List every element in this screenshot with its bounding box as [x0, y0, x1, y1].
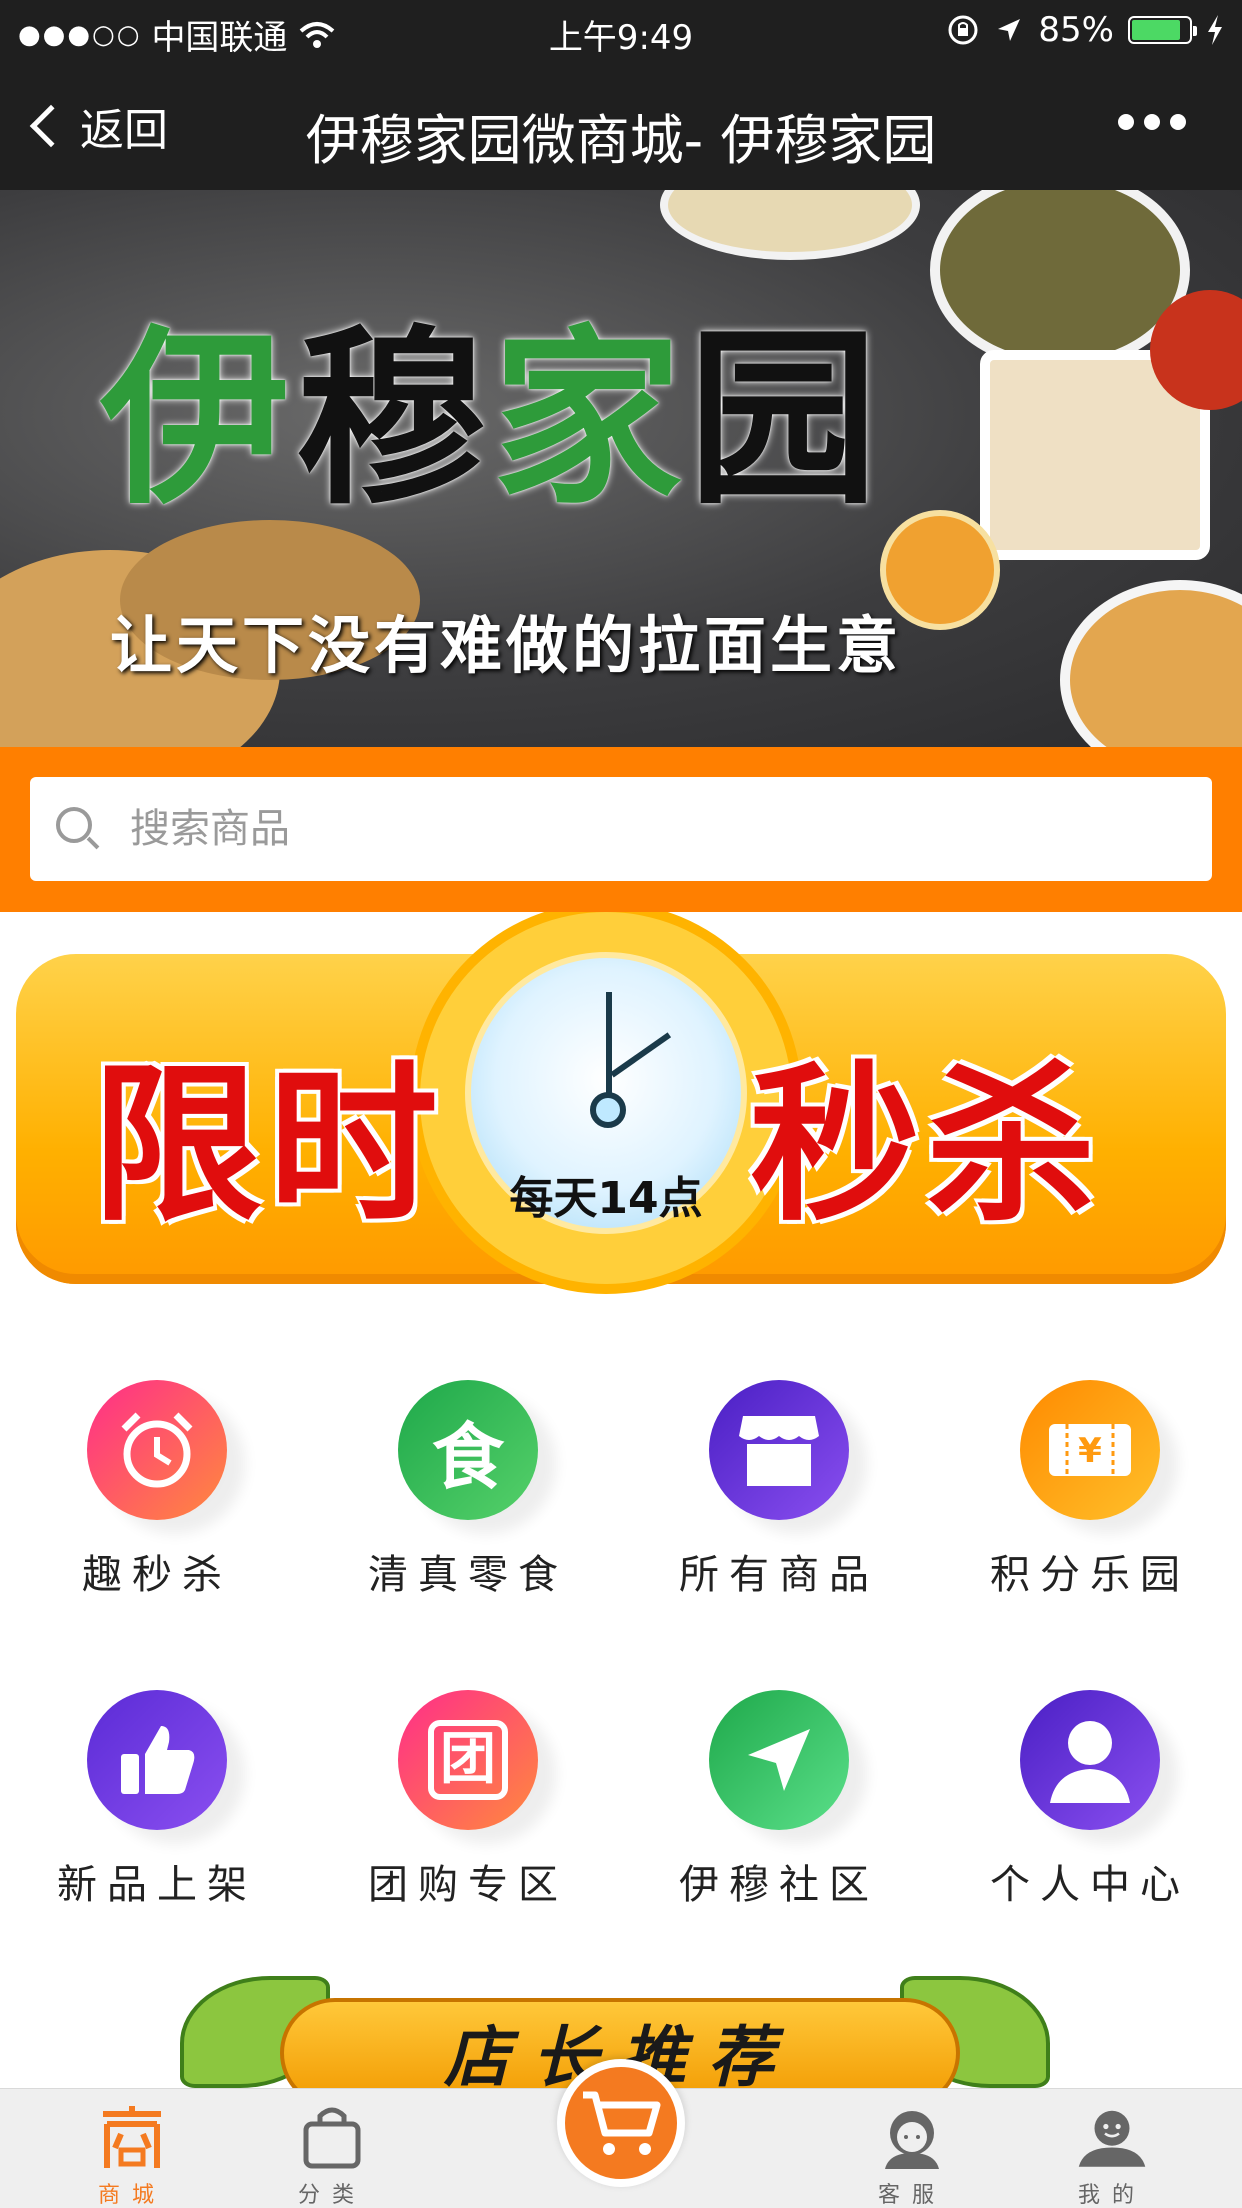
charging-bolt-icon: [1208, 15, 1222, 45]
search-input[interactable]: [130, 806, 1130, 852]
battery-icon: [1128, 16, 1197, 44]
bottom-tab-bar: 商城 分类 客服 我的: [0, 2059, 1242, 2208]
flash-sale-title-left: 限时: [92, 1045, 445, 1245]
lotus-seed-bowl-image: [660, 190, 920, 260]
battery-percent: 85%: [1038, 10, 1114, 50]
tab-label: 商城: [97, 2183, 166, 2208]
back-label: 返回: [80, 105, 168, 156]
alarm-clock-icon: [87, 1380, 227, 1520]
shortcut-label: 个人中心: [990, 1862, 1190, 1908]
shortcut-community[interactable]: 伊穆社区: [624, 1642, 934, 1942]
clock-pivot: [590, 1092, 626, 1128]
cart-button[interactable]: [557, 2059, 685, 2187]
service-icon: [877, 2101, 947, 2173]
shortcut-flash-sale[interactable]: 趣秒杀: [2, 1332, 312, 1632]
shortcut-label: 团购专区: [368, 1862, 568, 1908]
tab-label: 我的: [1077, 2183, 1146, 2208]
hero-banner[interactable]: 伊穆家园 让天下没有难做的拉面生意: [0, 190, 1242, 747]
tab-label: 分类: [297, 2183, 366, 2208]
user-icon: [1020, 1690, 1160, 1830]
flash-sale-banner[interactable]: 限时 秒杀 每天14点: [0, 912, 1242, 1332]
search-icon: [56, 807, 100, 851]
shortcut-group-buy[interactable]: 团 团购专区: [313, 1642, 623, 1942]
search-box[interactable]: [30, 777, 1212, 881]
shortcut-profile[interactable]: 个人中心: [935, 1642, 1242, 1942]
shortcut-points-park[interactable]: ¥ 积分乐园: [935, 1332, 1242, 1632]
search-bar: [0, 747, 1242, 912]
brand-logo-char: 穆: [296, 307, 493, 530]
more-dot-icon: [1144, 114, 1160, 130]
page-title: 伊穆家园微商城- 伊穆家园: [305, 109, 937, 172]
tab-mine[interactable]: 我的: [1022, 2089, 1202, 2208]
nav-bar: 返回 伊穆家园微商城- 伊穆家园: [0, 64, 1242, 190]
flash-sale-schedule: 每天14点: [509, 1173, 703, 1224]
group-buy-icon: 团: [398, 1690, 538, 1830]
rotation-lock-icon: [948, 15, 978, 45]
chevron-left-icon: [29, 104, 73, 148]
shortcut-new-arrivals[interactable]: 新品上架: [2, 1642, 312, 1942]
status-bar: ●●●○○ 中国联通 上午9:49 85%: [0, 0, 1242, 64]
ticket-icon: ¥: [1020, 1380, 1160, 1520]
tab-category[interactable]: 分类: [242, 2089, 422, 2208]
paper-plane-icon: [709, 1690, 849, 1830]
food-icon: 食: [398, 1380, 538, 1520]
bag-icon: [297, 2101, 367, 2173]
clock-hand: [606, 992, 612, 1102]
more-dot-icon: [1170, 114, 1186, 130]
shortcut-label: 所有商品: [679, 1552, 879, 1598]
more-menu-button[interactable]: [1118, 114, 1186, 130]
brand-logo-char: 伊: [100, 307, 297, 530]
more-dot-icon: [1118, 114, 1134, 130]
store-icon: [709, 1380, 849, 1520]
shortcut-label: 伊穆社区: [679, 1862, 879, 1908]
shortcut-label: 积分乐园: [990, 1552, 1190, 1598]
shortcut-label: 趣秒杀: [82, 1552, 232, 1598]
app-page: ●●●○○ 中国联通 上午9:49 85% 返回 伊穆家园微商城- 伊穆家园 伊…: [0, 0, 1242, 2208]
status-right: 85%: [946, 10, 1224, 50]
brand-logo-char: 家: [492, 307, 689, 530]
banner-slogan: 让天下没有难做的拉面生意: [110, 609, 903, 682]
location-arrow-icon: [998, 19, 1021, 41]
tab-customer-service[interactable]: 客服: [822, 2089, 1002, 2208]
profile-icon: [1077, 2101, 1147, 2173]
tab-shop[interactable]: 商城: [42, 2089, 222, 2208]
flash-sale-title-right: 秒杀: [750, 1045, 1103, 1245]
back-button[interactable]: 返回: [29, 94, 168, 158]
shop-icon: [97, 2101, 167, 2173]
svg-text:¥: ¥: [1078, 1431, 1102, 1471]
shortcut-label: 新品上架: [57, 1862, 257, 1908]
shortcut-all-products[interactable]: 所有商品: [624, 1332, 934, 1632]
shortcut-grid: 趣秒杀 食 清真零食 所有商品 ¥ 积分乐园 新品上架 团 团购专区 伊穆社区 …: [0, 1332, 1242, 1962]
dried-ginger-bowl-image: [1060, 580, 1242, 747]
thumbs-up-icon: [87, 1690, 227, 1830]
shortcut-label: 清真零食: [368, 1552, 568, 1598]
cart-icon: [583, 2091, 661, 2155]
food-glyph: 食: [431, 1414, 504, 1499]
brand-logo-char: 园: [688, 307, 885, 530]
group-buy-glyph: 团: [428, 1720, 508, 1800]
tab-label: 客服: [877, 2183, 946, 2208]
brand-logo: 伊穆家园: [100, 265, 884, 540]
shortcut-halal-snacks[interactable]: 食 清真零食: [313, 1332, 623, 1632]
